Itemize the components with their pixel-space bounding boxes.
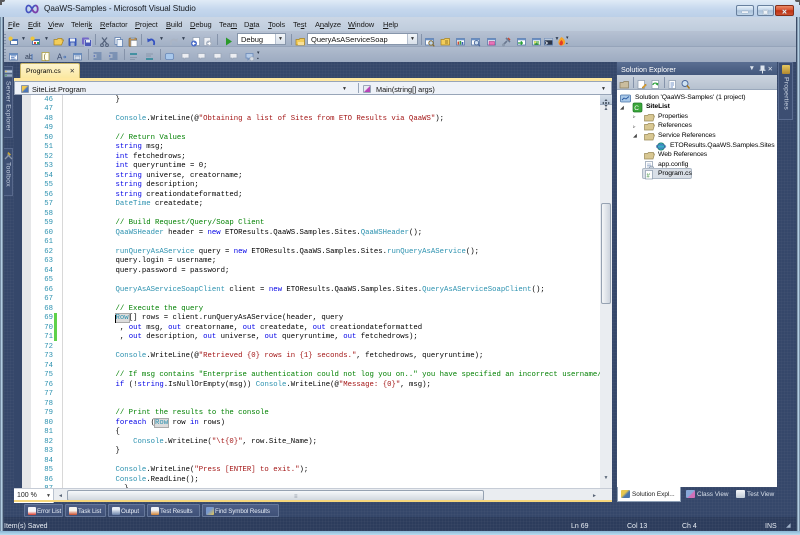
svg-text:A: A — [57, 53, 63, 62]
svg-text:C: C — [634, 105, 639, 112]
